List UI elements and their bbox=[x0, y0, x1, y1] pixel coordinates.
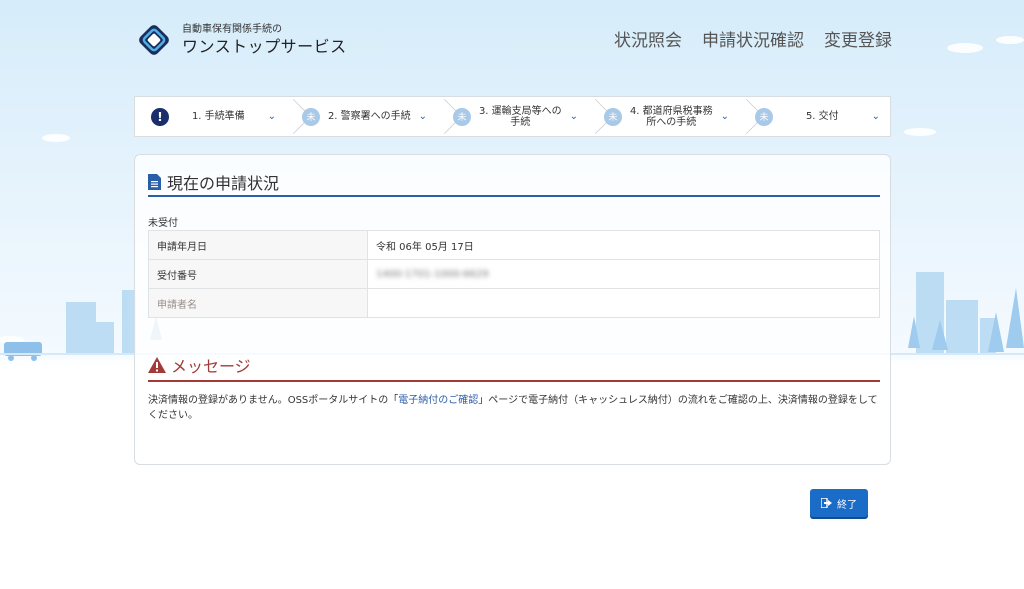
chevron-down-icon: ⌄ bbox=[418, 111, 427, 122]
step-label: 4. 都道府県税事務所への手続 bbox=[629, 105, 713, 128]
step-label: 1. 手続準備 bbox=[191, 111, 245, 122]
site-logo[interactable]: 自動車保有関係手続の ワンストップサービス bbox=[134, 20, 347, 60]
chevron-down-icon: ⌄ bbox=[871, 111, 880, 122]
pending-badge: 未 bbox=[302, 107, 320, 126]
top-navigation: 状況照会 申請状況確認 変更登録 bbox=[614, 26, 892, 51]
table-row: 受付番号 1400-1701-1000-6629 bbox=[148, 259, 880, 289]
chevron-down-icon: ⌄ bbox=[267, 111, 276, 122]
document-icon bbox=[148, 174, 161, 190]
step-4-tax-office[interactable]: 未 4. 都道府県税事務所への手続 ⌄ bbox=[588, 97, 739, 136]
status-section-header: 現在の申請状況 bbox=[148, 169, 880, 197]
end-button[interactable]: 終了 bbox=[810, 489, 868, 517]
row-label-receipt-number: 受付番号 bbox=[148, 259, 368, 289]
pending-badge: 未 bbox=[604, 107, 622, 126]
application-status-text: 未受付 bbox=[148, 218, 178, 229]
nav-change-registration[interactable]: 変更登録 bbox=[824, 26, 892, 51]
pending-badge: 未 bbox=[755, 107, 773, 126]
pending-badge: 未 bbox=[453, 107, 471, 126]
row-label-date: 申請年月日 bbox=[148, 230, 368, 260]
step-3-transport-office[interactable]: 未 3. 運輸支局等への手続 ⌄ bbox=[437, 97, 588, 136]
end-button-label: 終了 bbox=[837, 499, 857, 511]
warning-icon bbox=[148, 357, 166, 373]
row-value-applicant-name bbox=[367, 288, 880, 318]
message-section-title: メッセージ bbox=[171, 357, 251, 376]
message-text: 決済情報の登録がありません。OSSポータルサイトの「電子納付のご確認」ページで電… bbox=[148, 393, 880, 423]
application-info-table: 申請年月日 令和 06年 05月 17日 受付番号 1400-1701-1000… bbox=[148, 230, 880, 318]
e-payment-confirmation-link[interactable]: 電子納付のご確認 bbox=[398, 395, 478, 406]
table-row: 申請者名 bbox=[148, 288, 880, 318]
chevron-down-icon: ⌄ bbox=[720, 111, 729, 122]
alert-icon: ! bbox=[151, 107, 169, 126]
step-1-preparation[interactable]: ! 1. 手続準備 ⌄ bbox=[135, 97, 286, 136]
row-label-applicant-name: 申請者名 bbox=[148, 288, 368, 318]
step-5-delivery[interactable]: 未 5. 交付 ⌄ bbox=[739, 97, 890, 136]
exit-icon bbox=[821, 498, 832, 508]
status-section-title: 現在の申請状況 bbox=[167, 174, 280, 193]
nav-status-inquiry[interactable]: 状況照会 bbox=[614, 26, 682, 51]
message-section-header: メッセージ bbox=[148, 350, 880, 382]
site-header: 自動車保有関係手続の ワンストップサービス 状況照会 申請状況確認 変更登録 bbox=[0, 0, 1024, 80]
nav-application-status[interactable]: 申請状況確認 bbox=[702, 26, 804, 51]
logo-mark-icon bbox=[139, 25, 169, 55]
step-label: 3. 運輸支局等への手続 bbox=[478, 105, 562, 128]
logo-title: ワンストップサービス bbox=[182, 37, 347, 56]
progress-steps: ! 1. 手続準備 ⌄ 未 2. 警察署への手続 ⌄ 未 3. 運輸支局等への手… bbox=[134, 96, 891, 137]
message-text-before: 決済情報の登録がありません。OSSポータルサイトの「 bbox=[148, 395, 399, 406]
table-row: 申請年月日 令和 06年 05月 17日 bbox=[148, 230, 880, 260]
status-card: 現在の申請状況 未受付 申請年月日 令和 06年 05月 17日 受付番号 14… bbox=[134, 154, 891, 465]
logo-subtitle: 自動車保有関係手続の bbox=[182, 24, 282, 35]
row-value-receipt-number: 1400-1701-1000-6629 bbox=[376, 268, 489, 280]
chevron-down-icon: ⌄ bbox=[569, 111, 578, 122]
step-2-police[interactable]: 未 2. 警察署への手続 ⌄ bbox=[286, 97, 437, 136]
step-label: 5. 交付 bbox=[805, 111, 839, 122]
row-value-date: 令和 06年 05月 17日 bbox=[367, 230, 880, 260]
step-label: 2. 警察署への手続 bbox=[327, 111, 411, 122]
